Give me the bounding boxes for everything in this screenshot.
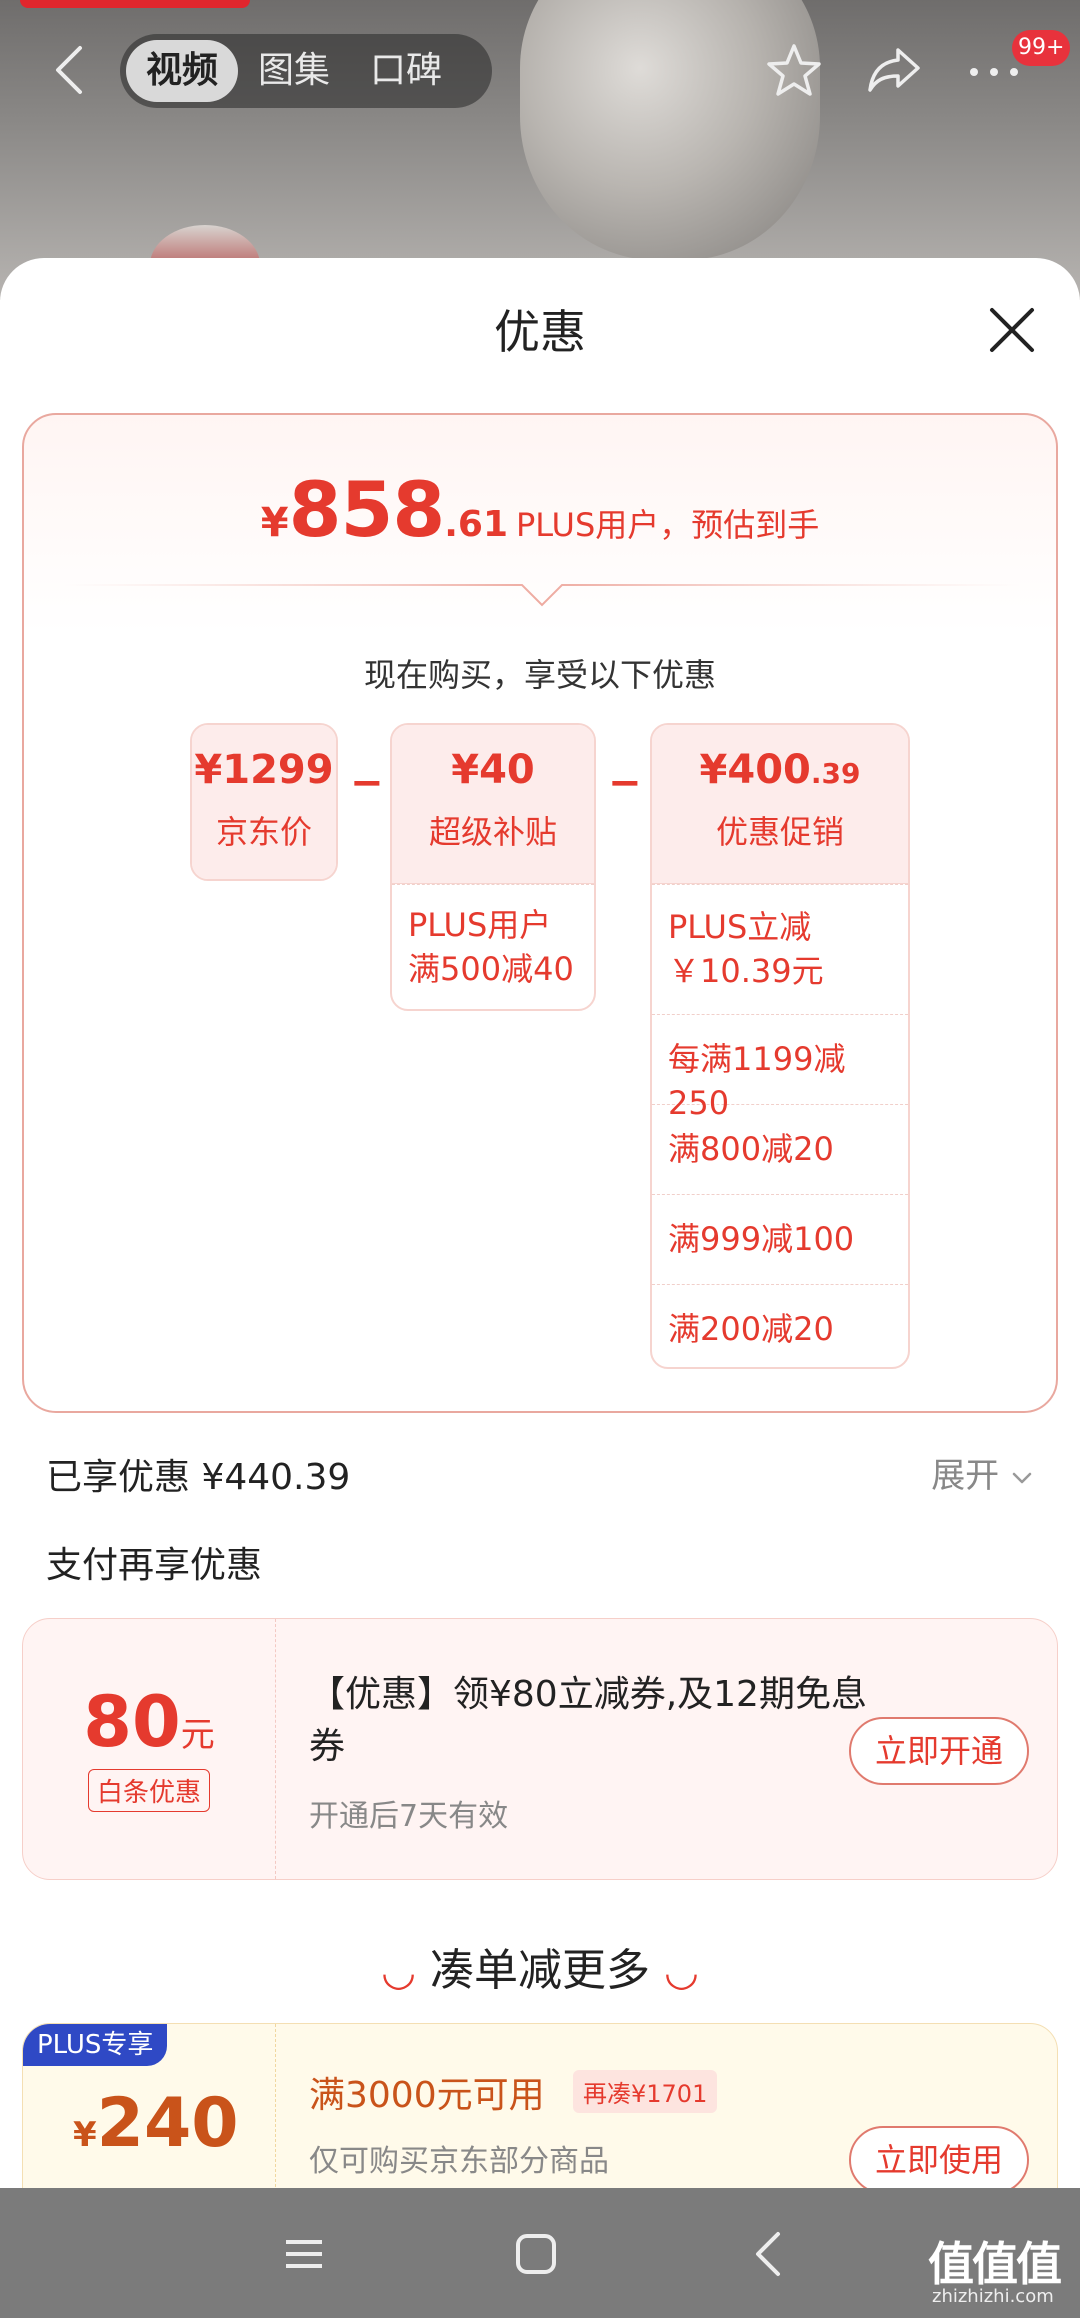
promotion-row: PLUS立减 ￥10.39元 [652,884,908,1014]
home-square-icon [516,2234,556,2274]
estimated-price: ¥858.61 PLUS用户，预估到手 [24,465,1056,554]
tab-video[interactable]: 视频 [126,40,239,102]
base-price-label: 京东价 [215,813,312,851]
tab-gallery[interactable]: 图集 [238,40,350,102]
promotion-row: 每满1199减250 [652,1014,908,1122]
promotion-row: 满200减20 [652,1284,908,1367]
enjoyed-discount-total: 已享优惠 ¥440.39 [46,1457,351,1498]
watermark-domain: zhizhizhi.com [932,2286,1054,2307]
share-button[interactable] [862,38,926,102]
base-price-value: ¥1299 [194,747,334,793]
back-button[interactable] [48,40,92,100]
baitiao-offer-card: 80元 白条优惠 【优惠】领¥80立减券,及12期免息券 开通后7天有效 立即开… [22,1618,1058,1880]
price-breakdown-card: ¥858.61 PLUS用户，预估到手 现在购买，享受以下优惠 ¥1299 京东价… [22,413,1058,1413]
close-button[interactable] [984,302,1040,358]
sheet-title: 优惠 [494,305,586,359]
minus-sign: − [608,760,642,806]
baitiao-unit: 元 [180,1715,215,1755]
baitiao-description: 【优惠】领¥80立减券,及12期免息券 [309,1674,867,1767]
menu-icon [286,2240,322,2268]
chevron-left-icon [756,2232,780,2276]
coupon-amount: 240 [96,2084,239,2163]
subsidy-label: 超级补贴 [428,813,557,851]
baitiao-amount: 80 [83,1681,181,1763]
activate-baitiao-button[interactable]: 立即开通 [849,1717,1030,1785]
close-icon [990,308,1034,352]
breakdown-intro: 现在购买，享受以下优惠 [363,656,716,694]
favorite-button[interactable] [762,38,826,102]
price-label: PLUS用户，预估到手 [516,506,820,544]
promotion-value: ¥400.39 [699,747,861,793]
price-currency: ¥ [260,500,289,546]
share-icon [868,48,920,92]
coupon-threshold: 满3000元可用 [309,2075,545,2116]
more-deals-label: 凑单减更多 [430,1945,650,1996]
plus-exclusive-badge: PLUS专享 [23,2024,168,2066]
base-price-box: ¥1299 京东价 [190,723,338,881]
watermark-logo: 值值值 [928,2237,1062,2291]
baitiao-validity: 开通后7天有效 [309,1799,509,1834]
star-icon [767,44,821,96]
smile-left-icon: ◡ [381,1949,416,1995]
top-red-strip [20,0,250,8]
subsidy-condition-line2: 满500减40 [408,950,574,988]
baitiao-amount-block: 80元 白条优惠 [23,1619,276,1879]
media-tabs: 视频 图集 口碑 [120,34,492,108]
baitiao-tag: 白条优惠 [87,1769,210,1812]
price-integer: 858 [288,465,446,554]
smile-right-icon: ◡ [664,1949,699,1995]
message-count-badge: 99+ [1012,30,1071,66]
coupon-remaining-tag: 再凑¥1701 [573,2070,718,2113]
promotion-box: ¥400.39 优惠促销 PLUS立减 ￥10.39元 每满1199减250 满… [650,723,910,1369]
expand-button[interactable]: 展开 [931,1448,1034,1497]
price-decimal: .61 [444,504,508,545]
use-coupon-button[interactable]: 立即使用 [849,2126,1030,2194]
coupon-currency: ¥ [73,2115,97,2155]
tab-reviews[interactable]: 口碑 [350,40,462,102]
expand-label: 展开 [931,1456,1000,1496]
system-back-button[interactable] [742,2226,798,2282]
coupon-scope: 仅可购买京东部分商品 [309,2144,609,2179]
chevron-down-icon [1012,1472,1032,1483]
subsidy-value: ¥40 [451,747,535,793]
system-nav-bar [0,2188,1080,2318]
more-deals-title: ◡ 凑单减更多 ◡ [0,1934,1080,1998]
chevron-left-icon [56,46,82,94]
subsidy-box: ¥40 超级补贴 PLUS用户 满500减40 [390,723,596,1011]
promotion-row: 满999减100 [652,1194,908,1284]
discount-sheet: 优惠 ¥858.61 PLUS用户，预估到手 现在购买，享受以下优惠 ¥1299 … [0,258,1080,2318]
subsidy-condition-line1: PLUS用户 [408,906,552,944]
promotion-label: 优惠促销 [715,813,844,851]
divider-notch [64,584,1020,607]
recent-apps-button[interactable] [276,2226,332,2282]
pay-more-title: 支付再享优惠 [46,1545,263,1586]
minus-sign: − [350,760,384,806]
home-button[interactable] [508,2226,564,2282]
